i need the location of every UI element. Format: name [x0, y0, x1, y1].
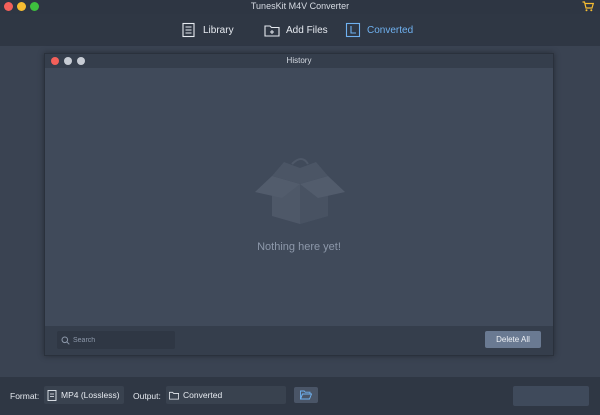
tab-converted[interactable]: Converted — [345, 20, 413, 40]
output-select[interactable]: Converted — [166, 386, 286, 404]
add-files-icon — [264, 25, 280, 37]
history-title: History — [286, 56, 312, 65]
browse-output-button[interactable] — [294, 387, 318, 403]
open-folder-icon — [300, 390, 312, 400]
library-icon — [182, 22, 195, 38]
folder-icon — [169, 391, 179, 400]
tab-converted-label: Converted — [367, 24, 414, 36]
title-bar: TunesKit M4V Converter — [0, 0, 600, 14]
empty-box-icon — [255, 158, 345, 224]
output-value: Converted — [183, 390, 223, 400]
main-toolbar: Library Add Files Converted — [0, 14, 600, 46]
tab-add-files-label: Add Files — [286, 24, 328, 36]
convert-button[interactable] — [513, 386, 589, 406]
format-value: MP4 (Lossless) — [61, 390, 120, 400]
search-field[interactable] — [57, 331, 175, 349]
delete-all-button[interactable]: Delete All — [485, 331, 541, 348]
empty-message: Nothing here yet! — [257, 241, 341, 253]
tab-add-files[interactable]: Add Files — [264, 20, 328, 40]
search-input[interactable] — [73, 336, 173, 344]
bottom-bar: Format: MP4 (Lossless) Output: Converted — [0, 377, 600, 415]
app-title: TunesKit M4V Converter — [250, 1, 350, 11]
history-footer: Delete All — [45, 326, 553, 355]
format-label: Format: — [10, 391, 40, 401]
search-icon — [61, 336, 70, 345]
format-select[interactable]: MP4 (Lossless) — [44, 386, 124, 404]
converted-icon — [345, 22, 361, 38]
tab-library[interactable]: Library — [181, 20, 234, 40]
output-label: Output: — [133, 391, 161, 401]
history-dialog: History Nothing here yet! Delete All — [44, 53, 554, 356]
cart-icon[interactable] — [582, 1, 594, 12]
tab-library-label: Library — [203, 24, 234, 36]
format-file-icon — [47, 389, 57, 401]
history-title-bar: History — [45, 54, 553, 68]
